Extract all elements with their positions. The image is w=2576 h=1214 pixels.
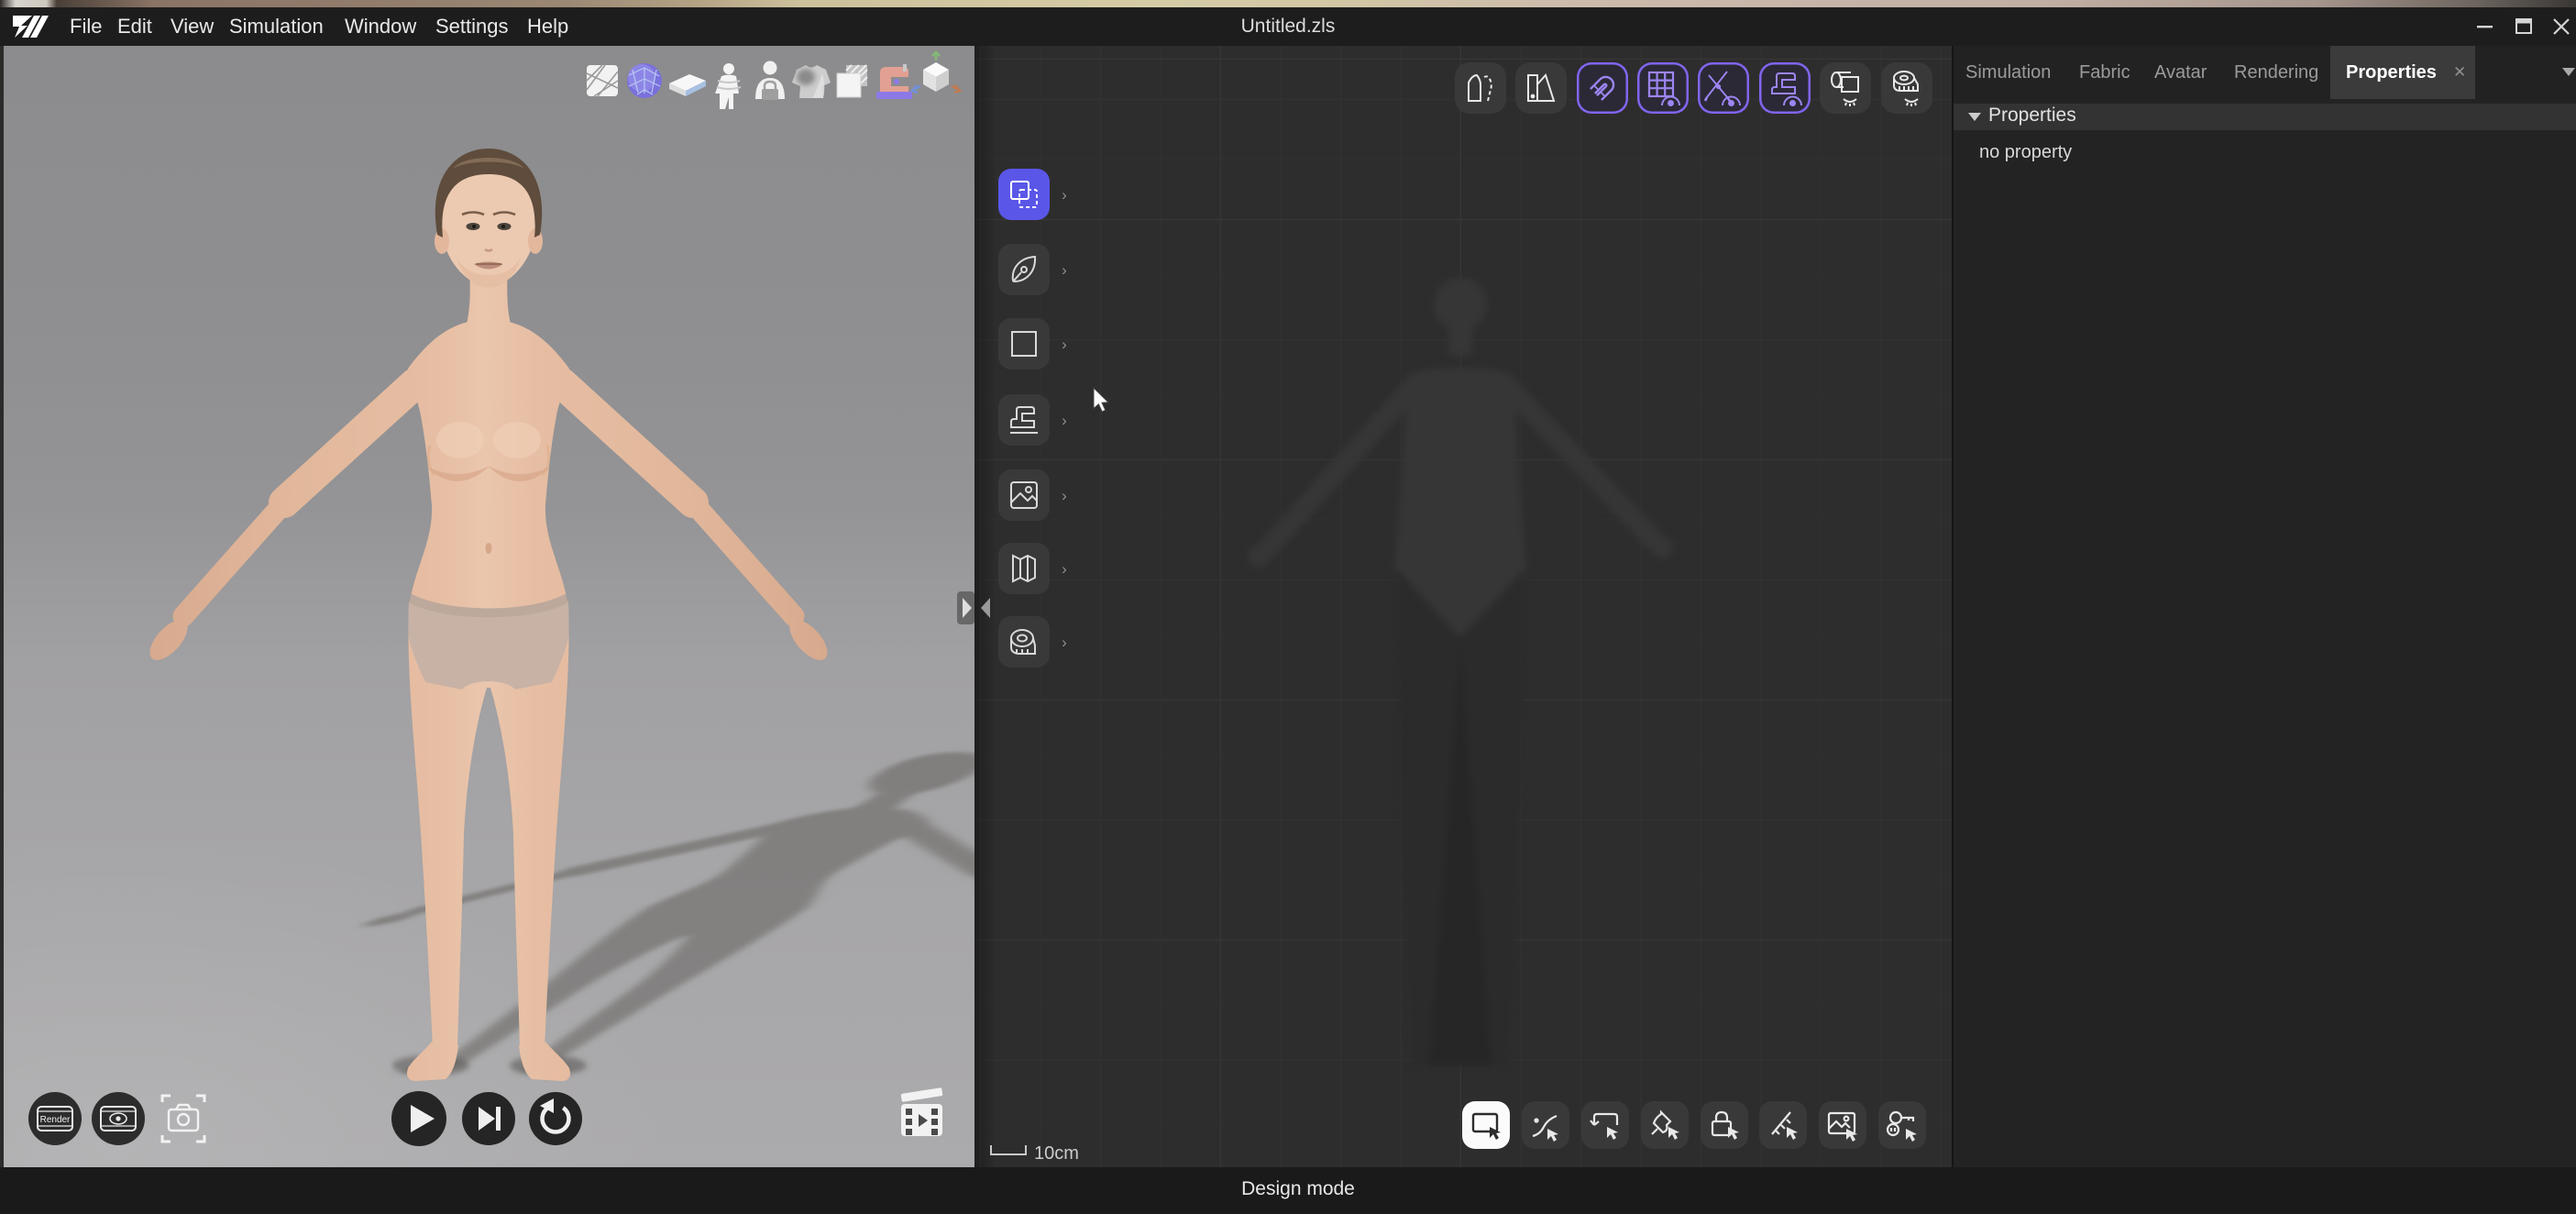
svg-text:Render: Render xyxy=(40,1115,71,1125)
svg-text:10cm: 10cm xyxy=(1034,1143,1079,1164)
